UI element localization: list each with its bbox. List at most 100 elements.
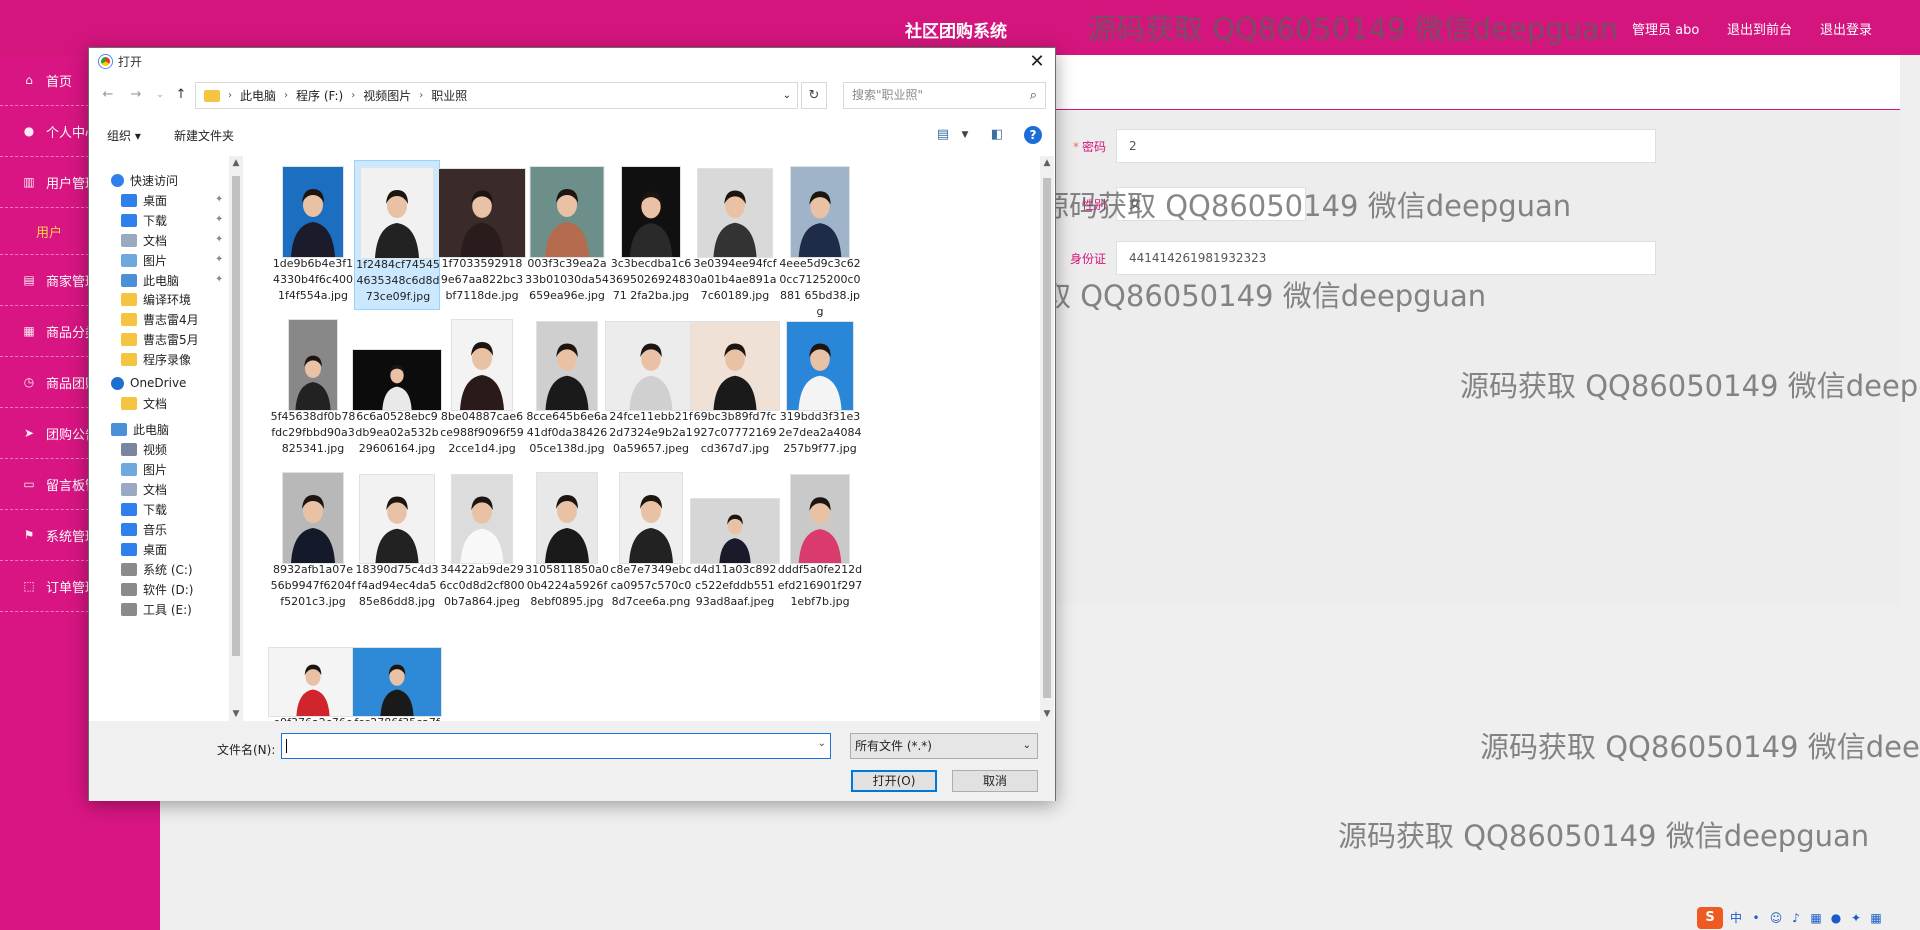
- breadcrumb-item[interactable]: 此电脑: [240, 87, 276, 104]
- scrollbar-thumb[interactable]: [232, 176, 240, 656]
- file-item[interactable]: c8e7e7349ebcca0957c570c08d7cee6a.png: [608, 466, 694, 616]
- file-item[interactable]: 003f3c39ea2a33b01030da54659ea96e.jpg: [524, 160, 610, 310]
- nav-item[interactable]: 音乐: [121, 519, 167, 539]
- nav-item[interactable]: 工具 (E:): [121, 599, 192, 619]
- nav-item[interactable]: 曹志雷4月: [121, 309, 199, 329]
- address-bar[interactable]: › 此电脑 › 程序 (F:) › 视频图片 › 职业照 ⌄: [195, 82, 798, 109]
- chevron-down-icon[interactable]: ⌄: [783, 90, 791, 101]
- navigation-scrollbar[interactable]: ▲ ▼: [229, 156, 243, 721]
- nav-item[interactable]: 快速访问: [111, 170, 178, 190]
- emoji-icon[interactable]: ☺: [1769, 911, 1783, 925]
- nav-item[interactable]: OneDrive: [111, 373, 186, 393]
- file-item[interactable]: 8cce645b6e6a41df0da3842605ce138d.jpg: [524, 313, 610, 463]
- scroll-up-icon[interactable]: ▲: [229, 158, 243, 168]
- file-item[interactable]: 1de9b6b4e3f14330b4f6c4001f4f554a.jpg: [270, 160, 356, 310]
- nav-item[interactable]: 文档: [121, 230, 167, 250]
- nav-item[interactable]: 视频: [121, 439, 167, 459]
- nav-item[interactable]: 图片: [121, 250, 167, 270]
- up-arrow-icon[interactable]: ↑: [172, 86, 190, 104]
- cancel-button[interactable]: 取消: [952, 770, 1038, 792]
- file-item[interactable]: d4d11a03c892c522efddb55193ad8aaf.jpeg: [690, 466, 780, 616]
- help-icon[interactable]: ?: [1024, 126, 1042, 144]
- scroll-down-icon[interactable]: ▼: [229, 709, 243, 719]
- scroll-down-icon[interactable]: ▼: [1040, 709, 1054, 719]
- file-item[interactable]: 8932afb1a07e56b9947f6204ff5201c3.jpg: [270, 466, 356, 616]
- message-icon: ▭: [23, 477, 35, 491]
- idcard-label: 身份证: [1069, 251, 1106, 266]
- ime-logo-icon[interactable]: S: [1697, 907, 1723, 929]
- file-item[interactable]: 69bc3b89fd7fc927c07772169cd367d7.jpg: [690, 313, 780, 463]
- nav-item[interactable]: 文档: [121, 479, 167, 499]
- nav-item[interactable]: 图片: [121, 459, 167, 479]
- nav-item[interactable]: 下载: [121, 210, 167, 230]
- filename-input[interactable]: ⌄: [281, 733, 831, 759]
- keyboard-icon[interactable]: ▦: [1809, 911, 1823, 925]
- file-item[interactable]: e9f376a2c76e9c0797572c93b3: [268, 619, 358, 721]
- file-item[interactable]: 18390d75c4d3f4ad94ec4da585e86dd8.jpg: [354, 466, 440, 616]
- file-item[interactable]: 6c6a0528ebc9db9ea02a532b29606164.jpg: [352, 313, 442, 463]
- nav-item[interactable]: 系统 (C:): [121, 559, 193, 579]
- pictures-icon: [121, 462, 137, 476]
- file-item[interactable]: dddf5a0fe212defd216901f2971ebf7b.jpg: [777, 466, 863, 616]
- nav-item[interactable]: 编译环境: [121, 289, 191, 309]
- nav-item[interactable]: 桌面: [121, 539, 167, 559]
- file-item[interactable]: 3c3becdba1c636950269248371 2fa2ba.jpg: [608, 160, 694, 310]
- password-field[interactable]: 2: [1116, 129, 1656, 163]
- file-name: 8be04887cae6ce988f9096f592cce1d4.jpg: [440, 410, 524, 455]
- chevron-down-icon[interactable]: ⌄: [818, 738, 826, 749]
- toolbox-icon[interactable]: ▦: [1869, 911, 1883, 925]
- file-list-scrollbar[interactable]: ▲ ▼: [1040, 156, 1054, 721]
- file-item[interactable]: 34422ab9de296cc0d8d2cf8000b7a864.jpeg: [439, 466, 525, 616]
- idcard-field[interactable]: 441414261981932323: [1116, 241, 1656, 275]
- file-item[interactable]: 8be04887cae6ce988f9096f592cce1d4.jpg: [439, 313, 525, 463]
- user-icon[interactable]: ●: [1829, 911, 1843, 925]
- nav-item[interactable]: 程序录像: [121, 349, 191, 369]
- forward-arrow-icon[interactable]: →: [127, 86, 145, 104]
- logout-link[interactable]: 退出登录: [1820, 19, 1872, 38]
- skin-icon[interactable]: ✦: [1849, 911, 1863, 925]
- file-item[interactable]: fcc2786f35ca7f7cc4a3f09e8a3: [352, 619, 442, 721]
- refresh-button[interactable]: ↻: [801, 82, 827, 109]
- nav-item[interactable]: 此电脑: [111, 419, 169, 439]
- scrollbar-thumb[interactable]: [1043, 178, 1051, 698]
- recent-dropdown-icon[interactable]: ⌄: [151, 86, 169, 104]
- open-button[interactable]: 打开(O): [851, 770, 937, 792]
- chart-icon: ▥: [23, 175, 35, 189]
- nav-item[interactable]: 曹志雷5月: [121, 329, 199, 349]
- nav-item-label: 编译环境: [143, 292, 192, 307]
- organize-button[interactable]: 组织 ▾: [107, 127, 141, 144]
- file-item[interactable]: 1f2484cf745454635348c6d8d73ce09f.jpg: [354, 160, 440, 310]
- file-thumbnail: [790, 166, 850, 258]
- scroll-up-icon[interactable]: ▲: [1040, 158, 1054, 168]
- search-input[interactable]: 搜索"职业照" ⌕: [843, 82, 1046, 109]
- preview-pane-icon[interactable]: ◧: [987, 125, 1007, 145]
- nav-item[interactable]: 下载: [121, 499, 167, 519]
- chevron-down-icon[interactable]: ▼: [955, 125, 975, 145]
- file-item[interactable]: 5f45638df0b78fdc29fbbd90a3825341.jpg: [270, 313, 356, 463]
- nav-item[interactable]: 此电脑: [121, 270, 179, 290]
- file-item[interactable]: 3e0394ee94fcf0a01b4ae891a7c60189.jpg: [692, 160, 778, 310]
- breadcrumb-item[interactable]: 视频图片: [363, 87, 411, 104]
- microphone-icon[interactable]: ♪: [1789, 911, 1803, 925]
- close-button[interactable]: ✕: [1025, 50, 1049, 74]
- new-folder-button[interactable]: 新建文件夹: [174, 127, 234, 144]
- filetype-select[interactable]: 所有文件 (*.*) ⌄: [850, 733, 1038, 759]
- dialog-titlebar[interactable]: 打开: [89, 48, 1055, 76]
- file-item[interactable]: 319bdd3f31e32e7dea2a4084257b9f77.jpg: [777, 313, 863, 463]
- back-arrow-icon[interactable]: ←: [99, 86, 117, 104]
- breadcrumb-item[interactable]: 程序 (F:): [296, 87, 343, 104]
- home-icon: ⌂: [25, 73, 33, 87]
- file-item[interactable]: 3105811850a00b4224a5926f8ebf0895.jpg: [524, 466, 610, 616]
- punctuation-icon[interactable]: •: [1749, 911, 1763, 925]
- ime-mode-icon[interactable]: 中: [1729, 911, 1743, 925]
- front-link[interactable]: 退出到前台: [1727, 19, 1792, 38]
- file-item[interactable]: 24fce11ebb21f2d7324e9b2a10a59657.jpeg: [605, 313, 697, 463]
- nav-item[interactable]: 桌面: [121, 190, 167, 210]
- file-name: 3e0394ee94fcf0a01b4ae891a7c60189.jpg: [693, 257, 777, 302]
- nav-item[interactable]: 软件 (D:): [121, 579, 193, 599]
- nav-item[interactable]: 文档: [121, 393, 167, 413]
- file-item[interactable]: 1f70335929189e67aa822bc3bf7118de.jpg: [438, 160, 526, 310]
- breadcrumb-item[interactable]: 职业照: [431, 87, 467, 104]
- file-item[interactable]: 4eee5d9c3c620cc7125200c0881 65bd38.jpg: [777, 160, 863, 318]
- view-options-icon[interactable]: ▤: [933, 125, 953, 145]
